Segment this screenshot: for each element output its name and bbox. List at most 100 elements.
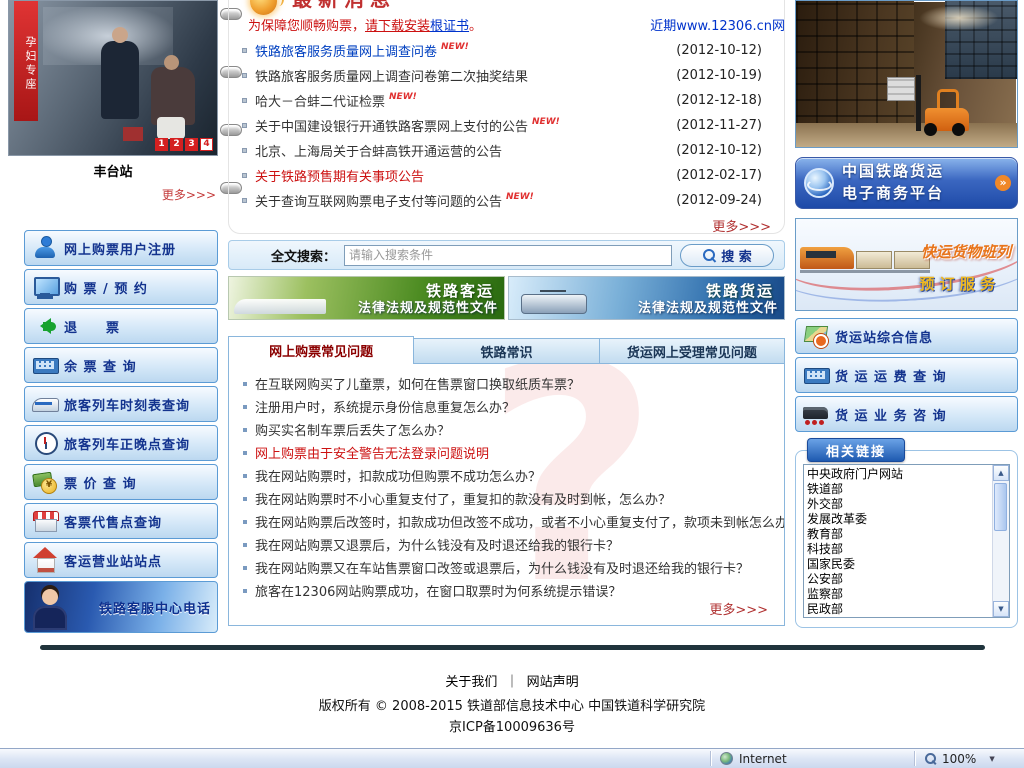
menu-item-freight-fee-query[interactable]: 货 运 运 费 查 询 (795, 357, 1018, 393)
menu-item-customer-service[interactable]: 铁路客服中心电话 (24, 581, 218, 633)
status-message-area (0, 749, 710, 768)
menu-item-register[interactable]: 网上购票用户注册 (24, 230, 218, 266)
link-item[interactable]: 中央政府门户网站 (807, 467, 992, 482)
news-item: 铁路旅客服务质量网上调查问卷 NEW! (2012-10-12) (242, 38, 772, 63)
bullet-icon (242, 48, 247, 53)
news-link[interactable]: 北京、上海局关于合蚌高铁开通运营的公告 (255, 141, 502, 160)
menu-item-refund[interactable]: 退 票 (24, 308, 218, 344)
news-link[interactable]: 哈大－合蚌二代证检票 (255, 91, 385, 110)
faq-item[interactable]: 我在网站购票又退票后，为什么钱没有及时退还给我的银行卡？ (239, 533, 770, 556)
menu-label: 网上购票用户注册 (64, 242, 177, 258)
menu-item-remaining-tickets[interactable]: 余 票 查 询 (24, 347, 218, 383)
warehouse-floor (796, 123, 1017, 147)
train-icon (32, 391, 59, 417)
link-item[interactable]: 国家民委 (807, 557, 992, 572)
menu-item-freight-service[interactable]: 货 运 业 务 咨 询 (795, 396, 1018, 432)
passenger-legal-banner[interactable]: 铁路客运 法律法规及规范性文件 (228, 276, 505, 320)
bullet-icon (243, 565, 247, 570)
copyright-text: 版权所有 © 2008-2015 铁道部信息技术中心 中国铁道科学研究院 (318, 699, 706, 714)
carousel-page-button[interactable]: 3 (185, 138, 198, 151)
news-link[interactable]: 铁路旅客服务质量网上调查问卷第二次抽奖结果 (255, 66, 528, 85)
express-freight-banner[interactable]: 快运货物班列 预 订 服 务 (795, 218, 1018, 311)
scrollbar-up-button[interactable]: ▲ (993, 465, 1009, 481)
link-item[interactable]: 民政部 (807, 602, 992, 617)
bullet-icon (242, 123, 247, 128)
search-input[interactable] (344, 244, 672, 266)
carousel-more-link[interactable]: 更多>>> (8, 186, 218, 203)
staff-silhouette (101, 27, 139, 119)
menu-item-buy-ticket[interactable]: 购 票 / 预 约 (24, 269, 218, 305)
search-button[interactable]: 搜 索 (680, 243, 774, 267)
carousel-pager: 1 2 3 4 (155, 138, 213, 151)
news-link[interactable]: 关于查询互联网购票电子支付等问题的公告 (255, 191, 502, 210)
news-link[interactable]: 关于铁路预售期有关事项公告 (255, 166, 424, 185)
about-us-link[interactable]: 关于我们 (445, 675, 497, 690)
menu-label: 票 价 查 询 (64, 476, 137, 492)
carousel-page-button[interactable]: 2 (170, 138, 183, 151)
link-item[interactable]: 发展改革委 (807, 512, 992, 527)
news-item: 关于中国建设银行开通铁路客票网上支付的公告 NEW! (2012-11-27) (242, 113, 772, 138)
notice-right-link[interactable]: 近期www.12306.cn网 (650, 15, 785, 34)
faq-item[interactable]: 我在网站购票又在车站售票窗口改签或退票后，为什么钱没有及时退还给我的银行卡？ (239, 556, 770, 579)
calculator-icon (803, 362, 830, 388)
menu-label: 退 票 (64, 320, 121, 336)
freight-ecommerce-banner[interactable]: 中国铁路货运 电子商务平台 » (795, 157, 1018, 209)
menu-item-ticket-price[interactable]: 票 价 查 询 (24, 464, 218, 500)
zoom-control[interactable]: 100% ▼ (916, 752, 1024, 766)
link-item[interactable]: 科技部 (807, 542, 992, 557)
highspeed-train-image (234, 299, 326, 314)
scrollbar-down-button[interactable]: ▼ (993, 601, 1009, 617)
zoom-level: 100% (942, 751, 977, 766)
forklift-load (887, 77, 915, 101)
carousel-page-button-active[interactable]: 4 (200, 138, 213, 151)
tab-online-ticket-faq[interactable]: 网上购票常见问题 (228, 336, 415, 364)
carousel-page-button[interactable]: 1 (155, 138, 168, 151)
tab-freight-faq[interactable]: 货运网上受理常见问题 (599, 338, 785, 364)
news-link[interactable]: 铁路旅客服务质量网上调查问卷 (255, 41, 437, 60)
faq-tabs: 网上购票常见问题 铁路常识 货运网上受理常见问题 (228, 336, 785, 364)
faq-item[interactable]: 购买实名制车票后丢失了怎么办？ (239, 418, 770, 441)
carousel-caption: 丰台站 (93, 165, 133, 180)
scrollbar-track[interactable] (993, 481, 1009, 601)
electric-locomotive-image (521, 290, 587, 314)
certificate-notice: 为保障您顺畅购票，请下载安装根证书。 (248, 15, 482, 34)
link-item[interactable]: 公安部 (807, 572, 992, 587)
menu-item-punctuality[interactable]: 旅客列车正晚点查询 (24, 425, 218, 461)
news-more-link[interactable]: 更多>>> (712, 216, 771, 235)
menu-item-stations[interactable]: 客运营业站站点 (24, 542, 218, 578)
scrollbar-thumb[interactable] (994, 483, 1007, 531)
faq-item[interactable]: 旅客在12306网站购票成功，在窗口取票时为何系统提示错误？ (239, 579, 770, 602)
link-item[interactable]: 监察部 (807, 587, 992, 602)
faq-item[interactable]: 网上购票由于安全警告无法登录问题说明 (239, 441, 770, 464)
faq-item[interactable]: 我在网站购票时，扣款成功但购票不成功怎么办？ (239, 464, 770, 487)
root-certificate-link[interactable]: 根证书 (430, 19, 469, 34)
keyboard-icon (32, 352, 59, 378)
tab-railway-knowledge[interactable]: 铁路常识 (414, 338, 600, 364)
faq-item[interactable]: 我在网站购票时不小心重复支付了，重复扣的款没有及时到帐，怎么办？ (239, 487, 770, 510)
news-list: 铁路旅客服务质量网上调查问卷 NEW! (2012-10-12) 铁路旅客服务质… (242, 38, 772, 213)
menu-label: 旅客列车正晚点查询 (64, 437, 191, 453)
bullet-icon (243, 519, 247, 524)
faq-item[interactable]: 注册用户时，系统提示身份信息重复怎么办？ (239, 395, 770, 418)
link-item[interactable]: 外交部 (807, 497, 992, 512)
zoom-dropdown-arrow[interactable]: ▼ (989, 755, 994, 763)
browser-status-bar: Internet 100% ▼ (0, 748, 1024, 768)
forklift-mast (916, 75, 921, 131)
bullet-icon (243, 427, 247, 432)
faq-more-link[interactable]: 更多>>> (709, 599, 768, 618)
news-date: (2012-11-27) (676, 118, 762, 133)
faq-item[interactable]: 在互联网购买了儿童票，如何在售票窗口换取纸质车票？ (239, 372, 770, 395)
bullet-icon (242, 73, 247, 78)
bullet-icon (242, 173, 247, 178)
freight-legal-banner[interactable]: 铁路货运 法律法规及规范性文件 (508, 276, 785, 320)
news-link[interactable]: 关于中国建设银行开通铁路客票网上支付的公告 (255, 116, 528, 135)
menu-item-timetable[interactable]: 旅客列车时刻表查询 (24, 386, 218, 422)
faq-question: 在互联网购买了儿童票，如何在售票窗口换取纸质车票？ (255, 378, 581, 393)
faq-item[interactable]: 我在网站购票后改签时，扣款成功但改签不成功，或者不小心重复支付了，款项未到帐怎么… (239, 510, 784, 533)
site-statement-link[interactable]: 网站声明 (527, 675, 579, 690)
link-item[interactable]: 铁道部 (807, 482, 992, 497)
menu-item-freight-station-info[interactable]: 货运站综合信息 (795, 318, 1018, 354)
menu-item-agency[interactable]: 客票代售点查询 (24, 503, 218, 539)
scrollbar[interactable]: ▲ ▼ (992, 465, 1009, 617)
link-item[interactable]: 教育部 (807, 527, 992, 542)
